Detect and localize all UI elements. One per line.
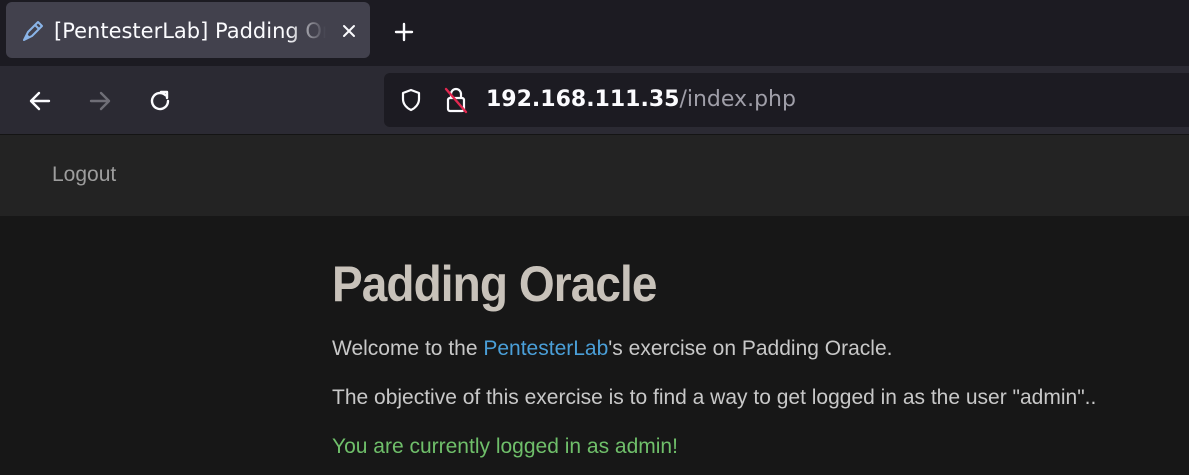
navigation-toolbar: 192.168.111.35/index.php (0, 66, 1189, 134)
plus-icon (394, 22, 414, 42)
welcome-text: Welcome to the PentesterLab's exercise o… (332, 335, 892, 363)
url-path: /index.php (679, 87, 796, 112)
url-host: 192.168.111.35 (486, 87, 680, 112)
shield-icon[interactable] (398, 87, 424, 113)
pen-icon (23, 21, 43, 41)
new-tab-button[interactable] (386, 14, 422, 50)
pentesterlab-link[interactable]: PentesterLab (483, 337, 608, 360)
login-status-message: You are currently logged in as admin! (332, 435, 678, 458)
welcome-text-after: 's exercise on Padding Oracle. (608, 337, 893, 360)
insecure-lock-icon[interactable] (442, 85, 470, 115)
welcome-text-before: Welcome to the (332, 337, 484, 360)
close-tab-button[interactable] (336, 18, 362, 44)
forward-button[interactable] (82, 83, 118, 119)
reload-button[interactable] (142, 83, 178, 119)
address-bar[interactable]: 192.168.111.35/index.php (384, 73, 1189, 127)
arrow-left-icon (29, 91, 51, 111)
tab-strip: [PentesterLab] Padding Oracle (0, 0, 1189, 66)
site-navbar: Logout (0, 134, 1189, 216)
arrow-right-icon (89, 91, 111, 111)
page-content: Padding Oracle Welcome to the PentesterL… (0, 216, 1189, 475)
url-text[interactable]: 192.168.111.35/index.php (486, 86, 796, 114)
browser-tab[interactable]: [PentesterLab] Padding Oracle (6, 2, 370, 58)
reload-icon (150, 90, 170, 111)
close-icon (343, 25, 355, 37)
page-title: Padding Oracle (332, 256, 657, 312)
back-button[interactable] (22, 83, 58, 119)
tab-title: [PentesterLab] Padding Oracle (54, 19, 326, 43)
objective-text: The objective of this exercise is to fin… (332, 386, 1097, 409)
logout-link[interactable]: Logout (52, 161, 116, 189)
